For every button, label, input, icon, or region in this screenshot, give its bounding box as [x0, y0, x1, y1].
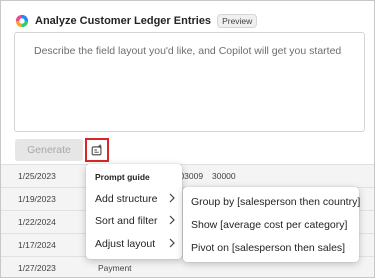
- menu-item-adjust-layout[interactable]: Adjust layout: [86, 233, 182, 255]
- add-structure-submenu: Group by [salesperson then country] Show…: [183, 187, 361, 262]
- chevron-right-icon: [169, 215, 175, 225]
- chevron-right-icon: [169, 238, 175, 248]
- menu-header: Prompt guide: [95, 172, 150, 182]
- page-title: Analyze Customer Ledger Entries: [35, 15, 212, 27]
- row-date: 1/19/2023: [18, 194, 56, 204]
- menu-item-label: Add structure: [95, 193, 158, 205]
- chevron-right-icon: [169, 193, 175, 203]
- table-row: 1/25/2023 5-INV103009 30000: [1, 164, 374, 188]
- generate-button[interactable]: Generate: [15, 139, 83, 161]
- prompt-guide-icon: [91, 143, 103, 156]
- submenu-item-pivot-on[interactable]: Pivot on [salesperson then sales]: [183, 237, 359, 259]
- menu-item-label: Sort and filter: [95, 215, 158, 227]
- prompt-guide-button[interactable]: [85, 138, 109, 162]
- submenu-item-label: Group by [salesperson then country]: [191, 196, 361, 208]
- row-amount: 30000: [212, 171, 236, 181]
- submenu-item-label: Show [average cost per category]: [191, 219, 348, 231]
- submenu-item-show[interactable]: Show [average cost per category]: [183, 214, 359, 236]
- prompt-placeholder: Describe the field layout you'd like, an…: [34, 45, 342, 57]
- prompt-guide-menu: Prompt guide Add structure Sort and filt…: [86, 164, 182, 259]
- copilot-panel: Analyze Customer Ledger Entries Preview …: [1, 1, 374, 164]
- menu-item-sort-and-filter[interactable]: Sort and filter: [86, 210, 182, 232]
- menu-item-add-structure[interactable]: Add structure: [86, 188, 182, 210]
- panel-header: Analyze Customer Ledger Entries Preview: [15, 11, 258, 31]
- submenu-item-group-by[interactable]: Group by [salesperson then country]: [183, 191, 361, 213]
- copilot-logo-icon: [15, 14, 29, 28]
- preview-badge: Preview: [217, 14, 258, 28]
- row-date: 1/27/2023: [18, 263, 56, 273]
- prompt-input[interactable]: Describe the field layout you'd like, an…: [14, 32, 365, 132]
- row-date: 1/25/2023: [18, 171, 56, 181]
- submenu-item-label: Pivot on [salesperson then sales]: [191, 242, 346, 254]
- row-date: 1/22/2024: [18, 217, 56, 227]
- row-document: Payment: [98, 263, 132, 273]
- row-date: 1/17/2024: [18, 240, 56, 250]
- menu-item-label: Adjust layout: [95, 238, 156, 250]
